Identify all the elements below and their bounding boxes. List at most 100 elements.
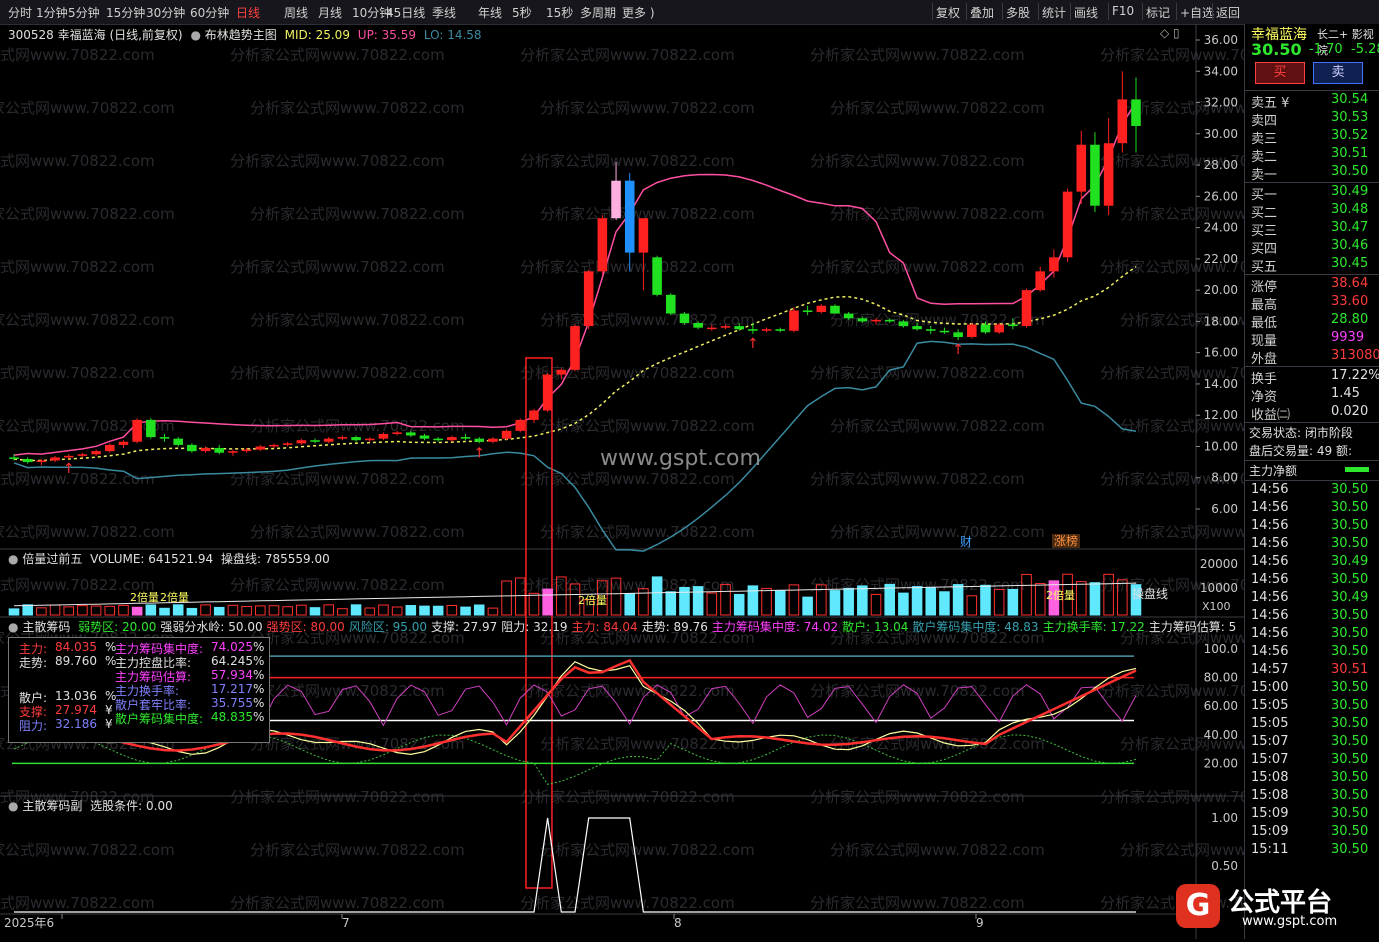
buy-level-value: 30.49 xyxy=(1331,184,1369,199)
chart-area[interactable]: 分析家公式网www.70822.com 分析家公式网www.70822.com 分析… xyxy=(0,24,1335,939)
candle-body xyxy=(830,305,840,314)
stat2-row: 净资 1.45 xyxy=(1249,386,1379,405)
kline-chart-svg[interactable]: 分析家公式网www.70822.com 分析家公式网www.70822.com 分析… xyxy=(0,24,1335,939)
period-1[interactable]: 1分钟 xyxy=(36,4,68,21)
candle-body xyxy=(1131,99,1141,126)
sell-level-row: 卖三 30.52 xyxy=(1249,128,1379,147)
period-11[interactable]: 季线 xyxy=(432,4,456,21)
volume-bar xyxy=(966,595,978,616)
candle-body xyxy=(323,438,334,442)
period-5[interactable]: 60分钟 xyxy=(190,4,229,21)
volume-bar xyxy=(90,605,102,616)
bg-watermark: 分析家公式网www.70822.com xyxy=(0,894,155,912)
price-tick-label: 16.00 xyxy=(1204,346,1238,360)
stat-row: 现量 9939 xyxy=(1249,330,1379,349)
indicator1-item-7: 走势: 89.76 xyxy=(641,620,708,634)
period-3[interactable]: 15分钟 xyxy=(106,4,145,21)
candle-body xyxy=(967,324,977,338)
period-16[interactable]: 更多 ) xyxy=(622,4,655,21)
indicator1-item-12: 主力筹码估算: 5 xyxy=(1148,620,1237,634)
tick-time: 14:56 xyxy=(1251,518,1289,533)
bg-watermark: 分析家公式网www.70822.com xyxy=(0,470,155,488)
candle-body xyxy=(748,329,758,331)
tick-price: 30.50 xyxy=(1331,716,1369,731)
indicator1-tick-label: 40.00 xyxy=(1204,728,1238,742)
caopan-label: 操盘线 xyxy=(1132,586,1168,601)
candle-body xyxy=(406,432,416,436)
infobox-unit-4: ¥ xyxy=(105,717,113,731)
bg-watermark: 分析家公式网www.70822.com xyxy=(830,523,1045,541)
toolbar-right-5[interactable]: F10 xyxy=(1112,4,1134,18)
period-2[interactable]: 5分钟 xyxy=(68,4,100,21)
buy-level-row: 买五 30.45 xyxy=(1249,256,1379,275)
volume-bar xyxy=(528,592,540,616)
volume-bar xyxy=(104,605,116,616)
tick-price: 30.50 xyxy=(1331,698,1369,713)
period-14[interactable]: 15秒 xyxy=(546,4,573,21)
toolbar-right-6[interactable]: 标记 xyxy=(1146,4,1170,21)
period-4[interactable]: 30分钟 xyxy=(146,4,185,21)
toolbar-sep xyxy=(1002,3,1003,20)
stat2-row: 收益㈡ 0.020 xyxy=(1249,404,1379,423)
volume-bar xyxy=(788,584,800,616)
indicator-name[interactable]: 布林趋势主图 xyxy=(205,28,277,42)
bg-watermark: 分析家公式网www.70822.com xyxy=(520,152,735,170)
toolbar-sep xyxy=(1108,3,1109,20)
period-15[interactable]: 多周期 xyxy=(580,4,616,21)
candle-body xyxy=(159,437,170,439)
toolbar-sep xyxy=(1212,3,1213,20)
period-6[interactable]: 日线 xyxy=(236,4,260,21)
volume-bar xyxy=(350,604,362,616)
volume-bar xyxy=(487,607,499,616)
pane-settings-icon[interactable]: ◇ ▯ xyxy=(1160,26,1180,40)
tick-time: 15:05 xyxy=(1251,698,1289,713)
volume-bar xyxy=(1007,588,1019,616)
volume-close-icon[interactable]: ● xyxy=(8,552,18,566)
price-change: -1.70 xyxy=(1309,42,1343,57)
indicator2-close-icon[interactable]: ● xyxy=(8,799,18,813)
candle-body xyxy=(720,326,731,328)
candle-body xyxy=(104,444,115,452)
bg-watermark: 分析家公式网www.70822.com xyxy=(1120,523,1244,541)
buy-button[interactable]: 买 xyxy=(1255,62,1305,84)
period-12[interactable]: 年线 xyxy=(478,4,502,21)
toolbar-right-8[interactable]: 返回 xyxy=(1216,4,1240,21)
period-10[interactable]: 45日线 xyxy=(386,4,425,21)
volume-bar xyxy=(774,590,786,616)
bg-watermark: 分析家公式网www.70822.com xyxy=(830,205,1045,223)
period-13[interactable]: 5秒 xyxy=(512,4,532,21)
sell-button[interactable]: 卖 xyxy=(1313,62,1363,84)
toolbar-right-1[interactable]: 叠加 xyxy=(970,4,994,21)
candle-body xyxy=(679,313,690,323)
indicator1-close-icon[interactable]: ● xyxy=(8,620,18,634)
bg-watermark: 分析家公式网www.70822.com xyxy=(1120,841,1244,859)
toolbar-right-2[interactable]: 多股 xyxy=(1006,4,1030,21)
bg-watermark: 分析家公式网www.70822.com xyxy=(230,258,445,276)
bg-watermark: 分析家公式网www.70822.com xyxy=(830,417,1045,435)
buy-level-row: 买四 30.46 xyxy=(1249,238,1379,257)
indicator1-title[interactable]: 主散筹码 xyxy=(22,620,70,634)
volume-title[interactable]: 倍量过前五 xyxy=(22,552,82,566)
indicator1-item-6: 主力: 84.04 xyxy=(571,620,638,634)
toolbar-right-3[interactable]: 统计 xyxy=(1042,4,1066,21)
toolbar-right-0[interactable]: 复权 xyxy=(936,4,960,21)
bg-watermark: 分析家公式网www.70822.com xyxy=(250,311,465,329)
tick-price: 30.50 xyxy=(1331,626,1369,641)
bg-watermark: 分析家公式网www.70822.com xyxy=(520,258,735,276)
period-0[interactable]: 分时 xyxy=(8,4,32,21)
tick-price: 30.50 xyxy=(1331,572,1369,587)
indicator1-title-bar: ● 主散筹码 弱势区: 20.00 强弱分水岭: 50.00 强势区: 80.00 风… xyxy=(8,618,1236,635)
bg-watermark: 分析家公式网www.70822.com xyxy=(0,258,155,276)
period-8[interactable]: 月线 xyxy=(318,4,342,21)
toolbar-right-4[interactable]: 画线 xyxy=(1074,4,1098,21)
candle-body xyxy=(187,444,197,452)
period-7[interactable]: 周线 xyxy=(284,4,308,21)
toolbar-right-7[interactable]: +自选 xyxy=(1180,4,1214,21)
candle-body xyxy=(447,437,457,441)
candle-body xyxy=(282,443,293,445)
indicator2-title[interactable]: 主散筹码副 xyxy=(22,799,82,813)
stat-row: 涨停 38.64 xyxy=(1249,276,1379,295)
candle-body xyxy=(118,441,129,445)
tick-row: 14:56 30.50 xyxy=(1249,626,1379,644)
bg-watermark: 分析家公式网www.70822.com xyxy=(0,841,175,859)
